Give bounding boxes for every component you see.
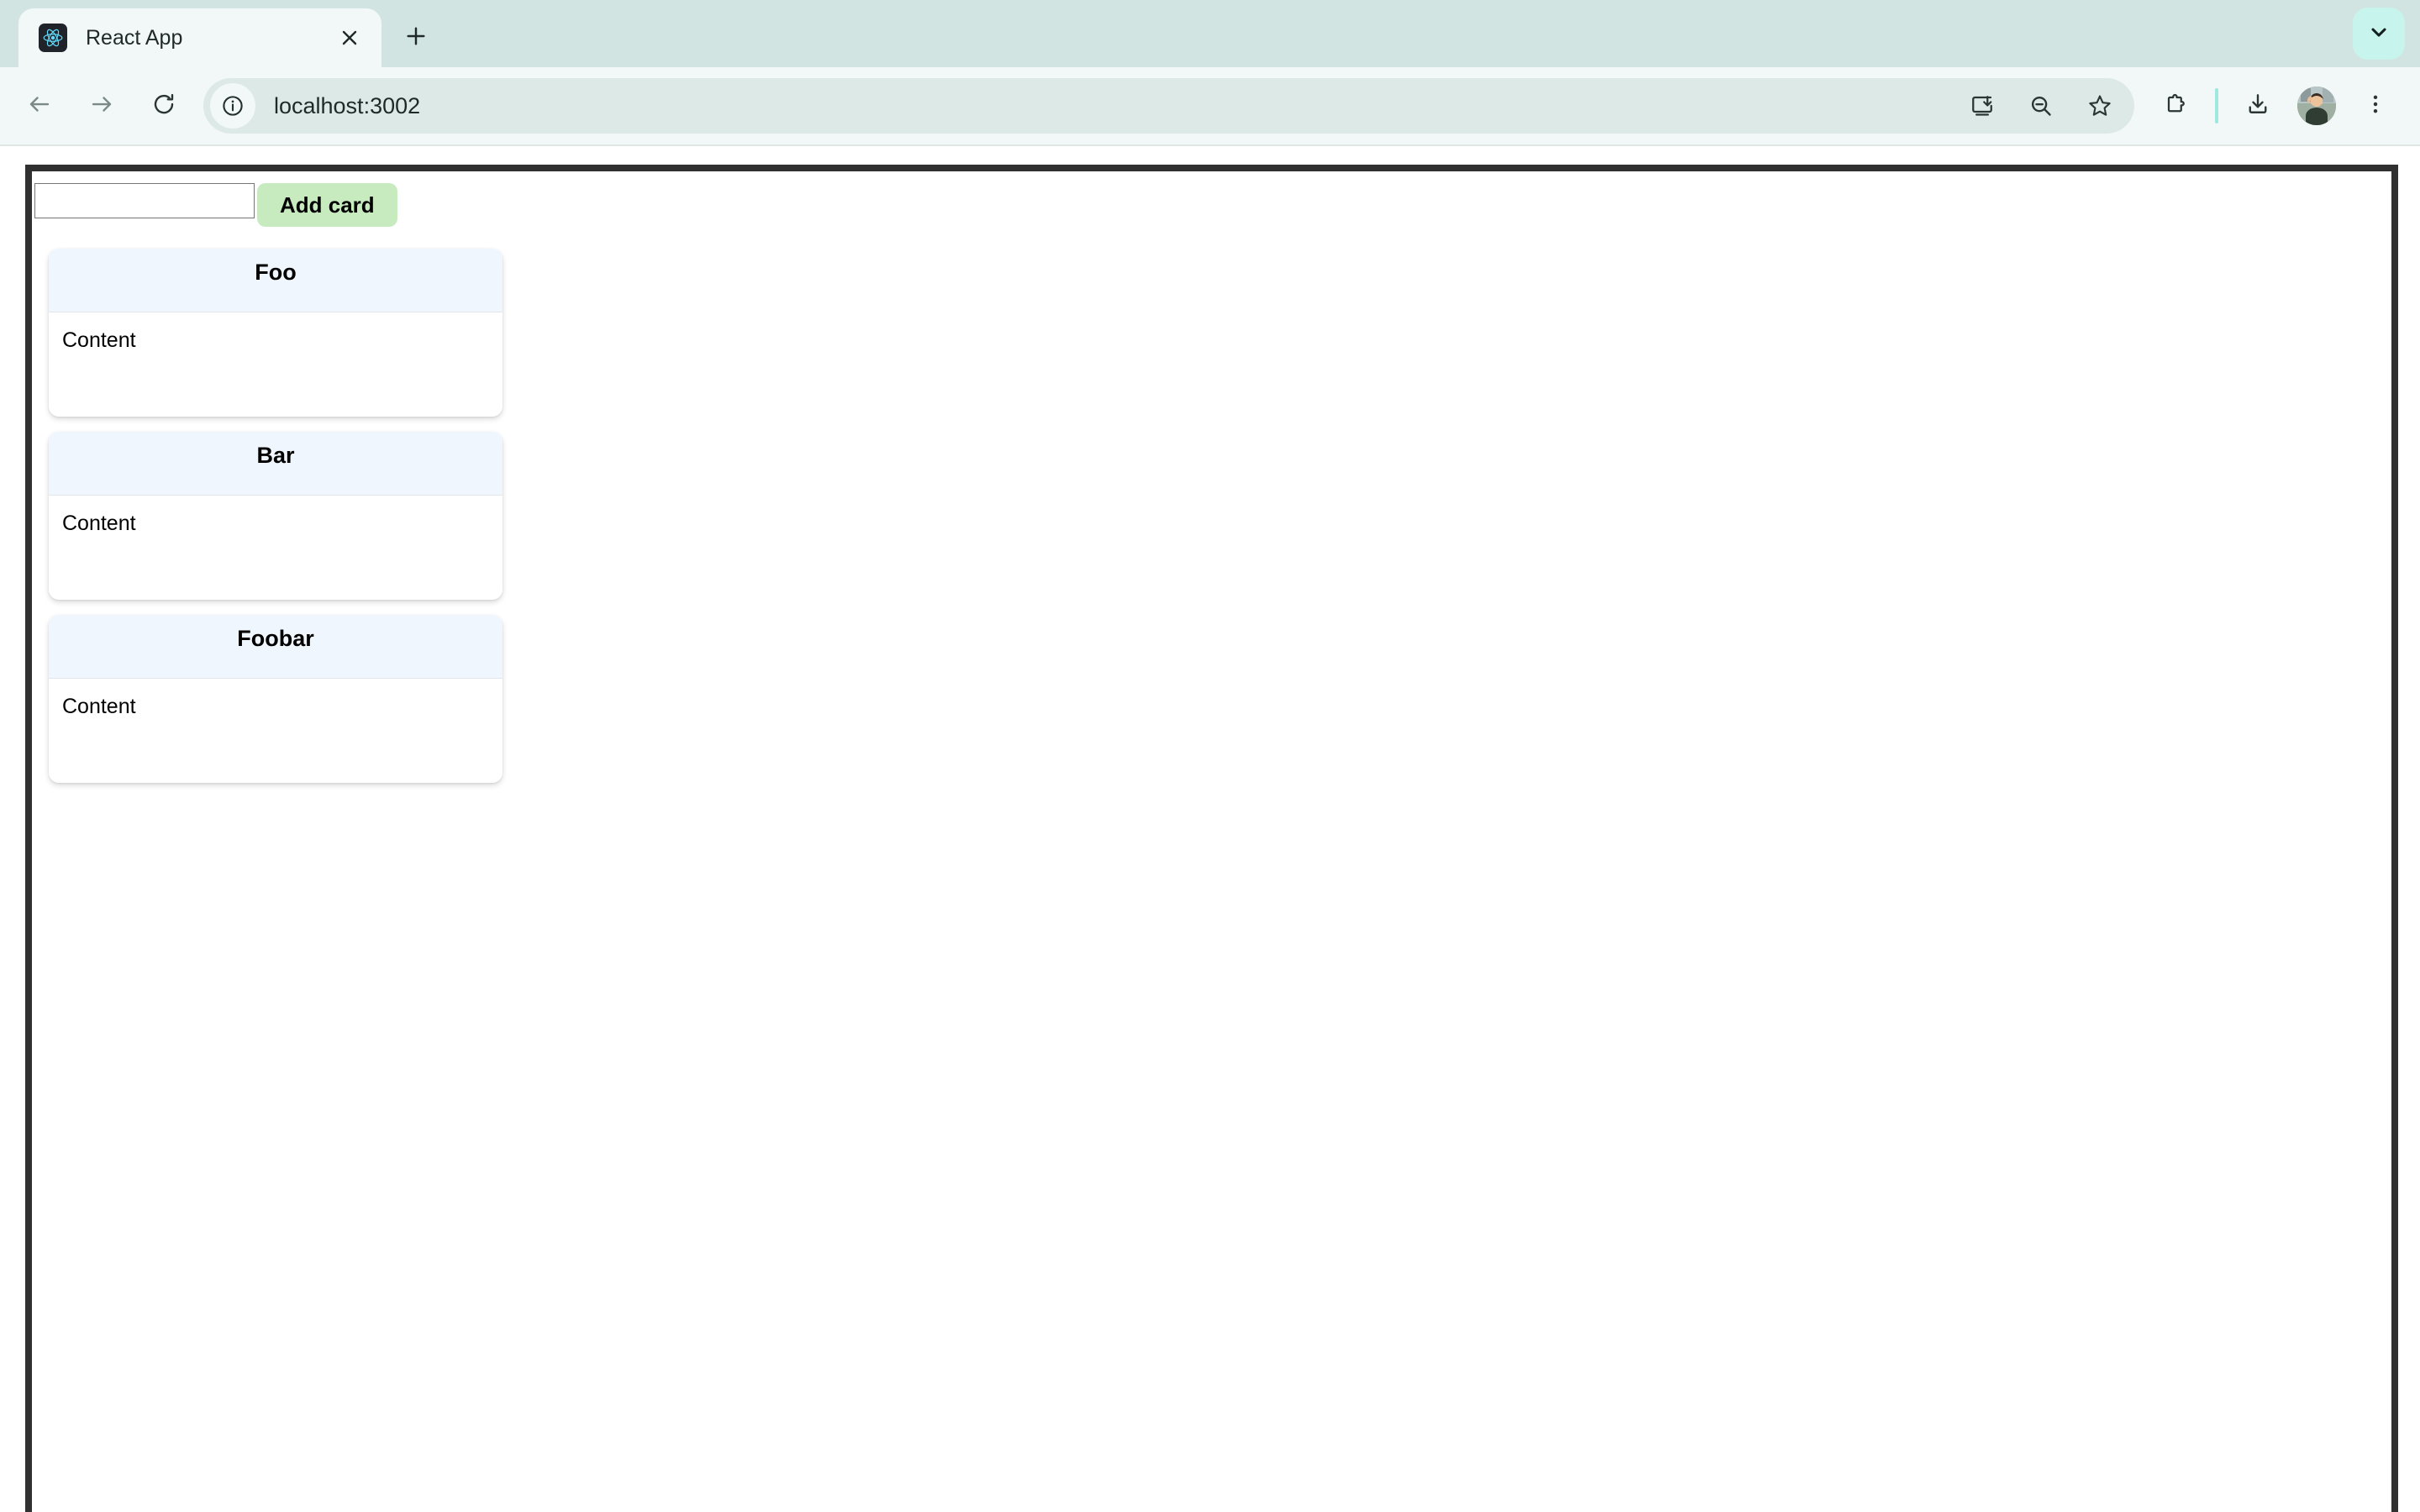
card-body: Content xyxy=(49,496,502,600)
reload-icon xyxy=(151,92,176,121)
app-root: Add card Foo Content Bar Content Foobar … xyxy=(25,165,2398,1512)
install-app-icon[interactable] xyxy=(1956,80,2008,132)
zoom-out-icon[interactable] xyxy=(2015,80,2067,132)
card-title: Foo xyxy=(255,260,297,285)
chevron-down-icon xyxy=(2367,20,2391,48)
downloads-icon xyxy=(2245,92,2270,121)
browser-tab-react-app[interactable]: React App xyxy=(18,8,381,67)
new-tab-button[interactable] xyxy=(392,13,440,62)
card-content: Content xyxy=(62,328,136,352)
bookmark-star-icon[interactable] xyxy=(2074,80,2126,132)
browser-window: React App localhost:3002 Add card Foo Co… xyxy=(0,0,2420,1512)
back-button[interactable] xyxy=(13,80,66,132)
info-circle-icon[interactable] xyxy=(210,83,255,129)
omnibox-actions xyxy=(1953,80,2129,132)
plus-icon xyxy=(404,24,428,52)
reload-button[interactable] xyxy=(138,80,190,132)
toolbar-divider xyxy=(2215,88,2218,123)
forward-arrow-icon xyxy=(89,92,114,121)
back-arrow-icon xyxy=(27,92,52,121)
card-item[interactable]: Foo Content xyxy=(49,249,502,417)
card-header: Foobar xyxy=(49,615,502,679)
card-header: Bar xyxy=(49,432,502,496)
react-logo-icon xyxy=(39,24,67,52)
card-content: Content xyxy=(62,512,136,535)
more-vertical-menu-button[interactable] xyxy=(2349,80,2402,132)
address-bar[interactable]: localhost:3002 xyxy=(203,78,2134,134)
extensions-puzzle-icon xyxy=(2163,92,2188,121)
tab-title: React App xyxy=(86,25,183,50)
tab-search-button[interactable] xyxy=(2353,8,2405,60)
forward-button[interactable] xyxy=(76,80,128,132)
browser-toolbar: localhost:3002 xyxy=(0,67,2420,146)
card-header: Foo xyxy=(49,249,502,312)
add-card-button[interactable]: Add card xyxy=(257,183,397,227)
url-text: localhost:3002 xyxy=(274,92,421,118)
card-body: Content xyxy=(49,312,502,417)
card-title-input[interactable] xyxy=(34,183,255,218)
card-item[interactable]: Bar Content xyxy=(49,432,502,600)
card-item[interactable]: Foobar Content xyxy=(49,615,502,783)
tab-strip: React App xyxy=(0,0,2420,67)
card-body: Content xyxy=(49,679,502,783)
downloads-button[interactable] xyxy=(2232,80,2284,132)
card-content: Content xyxy=(62,695,136,718)
close-icon[interactable] xyxy=(333,21,366,55)
card-title: Foobar xyxy=(237,626,314,651)
extensions-button[interactable] xyxy=(2149,80,2202,132)
card-title: Bar xyxy=(256,443,295,468)
page-viewport: Add card Foo Content Bar Content Foobar … xyxy=(0,146,2420,1512)
add-card-form: Add card xyxy=(34,183,2391,234)
profile-avatar-icon[interactable] xyxy=(2297,87,2336,125)
card-list: Foo Content Bar Content Foobar Content xyxy=(34,249,2391,783)
more-vertical-menu-icon xyxy=(2364,92,2387,120)
